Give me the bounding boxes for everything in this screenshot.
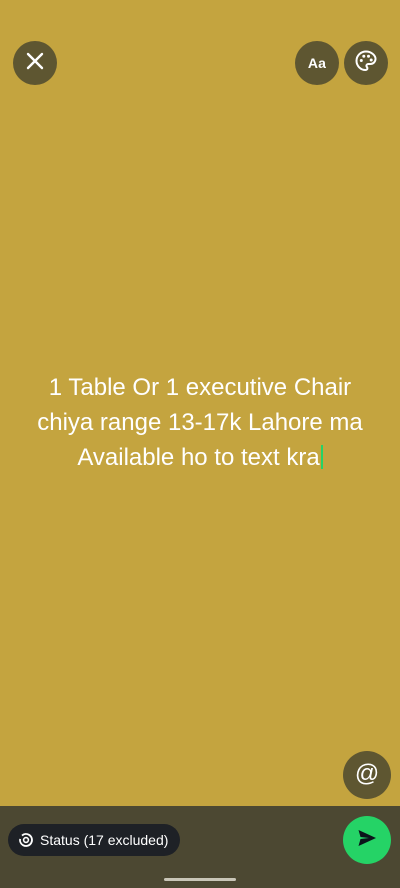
bottom-bar: Status (17 excluded) — [0, 806, 400, 888]
send-button[interactable] — [343, 816, 391, 864]
color-palette-button[interactable] — [344, 41, 388, 85]
palette-icon — [354, 49, 378, 78]
close-button[interactable] — [13, 41, 57, 85]
mention-button[interactable]: @ — [343, 751, 391, 799]
status-audience-label: Status (17 excluded) — [40, 832, 169, 848]
close-icon — [26, 52, 44, 75]
font-style-button[interactable]: Aa — [295, 41, 339, 85]
status-ring-icon — [18, 832, 34, 848]
mention-icon: @ — [354, 760, 380, 787]
text-caret — [320, 445, 323, 469]
status-text: 1 Table Or 1 executive Chair chiya range… — [37, 374, 363, 471]
font-style-label: Aa — [307, 55, 327, 71]
send-icon — [356, 827, 378, 854]
status-audience-chip[interactable]: Status (17 excluded) — [8, 824, 181, 856]
status-composer-canvas[interactable]: Aa 1 Table Or 1 executive Chair chiya ra… — [0, 0, 400, 806]
status-text-area[interactable]: 1 Table Or 1 executive Chair chiya range… — [20, 370, 380, 475]
home-indicator — [164, 878, 236, 881]
